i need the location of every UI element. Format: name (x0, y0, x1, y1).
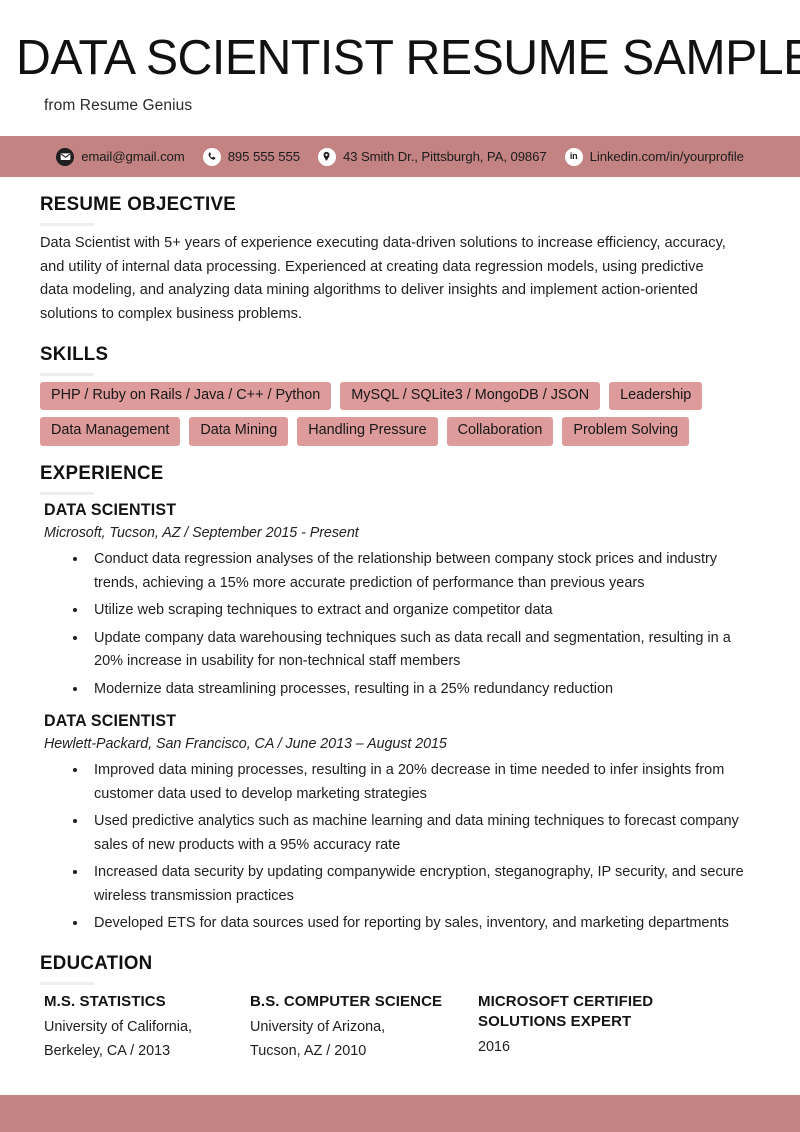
page-title: DATA SCIENTIST RESUME SAMPLE (16, 31, 800, 85)
skill-tag[interactable]: Leadership (609, 381, 703, 411)
education-detail-line1: University of Arizona, (250, 1018, 386, 1035)
linkedin-icon: in (564, 147, 583, 166)
contact-item-email[interactable]: email@gmail.com (56, 147, 185, 166)
job-bullet: Conduct data regression analyses of the … (88, 547, 754, 595)
education-entry: B.S. COMPUTER SCIENCE University of Ariz… (246, 992, 474, 1065)
experience-entry: DATA SCIENTIST Microsoft, Tucson, AZ / S… (40, 501, 770, 701)
job-bullet: Utilize web scraping techniques to extra… (88, 598, 754, 622)
education-detail-line2: Berkeley, CA / 2013 (44, 1043, 171, 1060)
resume-body: RESUME OBJECTIVE Data Scientist with 5+ … (0, 193, 800, 1064)
section-divider (40, 981, 94, 985)
education-entry: MICROSOFT CERTIFIED SOLUTIONS EXPERT 201… (474, 992, 738, 1065)
job-bullet: Used predictive analytics such as machin… (88, 809, 754, 857)
education-degree: MICROSOFT CERTIFIED SOLUTIONS EXPERT (478, 992, 654, 1030)
job-bullet: Increased data security by updating comp… (88, 860, 754, 908)
resume-page: DATA SCIENTIST RESUME SAMPLE from Resume… (0, 0, 800, 1132)
skill-tag[interactable]: PHP / Ruby on Rails / Java / C++ / Pytho… (40, 381, 332, 411)
contact-linkedin-text: Linkedin.com/in/yourprofile (589, 149, 744, 164)
skill-tag[interactable]: Collaboration (446, 417, 554, 447)
job-meta: Microsoft, Tucson, AZ / September 2015 -… (44, 525, 359, 542)
section-divider (40, 492, 94, 496)
section-education: EDUCATION M.S. STATISTICS University of … (40, 952, 770, 1065)
contact-item-linkedin[interactable]: in Linkedin.com/in/yourprofile (564, 147, 744, 166)
skills-row: PHP / Ruby on Rails / Java / C++ / Pytho… (40, 381, 770, 411)
resume-header: DATA SCIENTIST RESUME SAMPLE from Resume… (0, 0, 800, 115)
section-heading-experience: EXPERIENCE (40, 462, 164, 485)
education-grid: M.S. STATISTICS University of California… (40, 992, 770, 1065)
skills-row: Data Management Data Mining Handling Pre… (40, 417, 770, 447)
job-meta: Hewlett-Packard, San Francisco, CA / Jun… (44, 736, 447, 753)
education-entry: M.S. STATISTICS University of California… (40, 992, 246, 1065)
section-heading-skills: SKILLS (40, 342, 109, 365)
education-detail-line1: University of California, (44, 1018, 192, 1035)
section-divider (40, 223, 94, 226)
job-bullet-list: Conduct data regression analyses of the … (40, 547, 770, 701)
job-bullet: Improved data mining processes, resultin… (88, 758, 754, 806)
linkedin-glyph: in (569, 151, 578, 161)
job-title: DATA SCIENTIST (44, 712, 177, 731)
education-degree: M.S. STATISTICS (44, 992, 166, 1010)
contact-bar: email@gmail.com 895 555 555 43 Smith Dr.… (0, 136, 800, 177)
job-bullet: Update company data warehousing techniqu… (88, 626, 754, 674)
skill-tag[interactable]: Data Mining (189, 417, 289, 447)
job-title: DATA SCIENTIST (44, 501, 177, 520)
experience-entry: DATA SCIENTIST Hewlett-Packard, San Fran… (40, 712, 770, 935)
section-divider (40, 372, 94, 376)
section-heading-education: EDUCATION (40, 951, 153, 974)
phone-icon (202, 147, 221, 166)
contact-item-phone[interactable]: 895 555 555 (202, 147, 300, 166)
section-resume-objective: RESUME OBJECTIVE Data Scientist with 5+ … (40, 193, 770, 327)
footer-accent-bar (0, 1095, 800, 1132)
education-detail-line1: 2016 (478, 1038, 511, 1055)
section-heading-objective: RESUME OBJECTIVE (40, 193, 237, 215)
job-bullet: Modernize data streamlining processes, r… (88, 677, 754, 701)
email-icon (56, 147, 75, 166)
skill-tag[interactable]: Handling Pressure (297, 417, 438, 447)
section-experience: EXPERIENCE DATA SCIENTIST Microsoft, Tuc… (40, 462, 770, 935)
skill-tag[interactable]: MySQL / SQLite3 / MongoDB / JSON (340, 381, 601, 411)
job-bullet: Developed ETS for data sources used for … (88, 911, 754, 935)
contact-item-address[interactable]: 43 Smith Dr., Pittsburgh, PA, 09867 (317, 147, 547, 166)
contact-address-text: 43 Smith Dr., Pittsburgh, PA, 09867 (342, 149, 547, 164)
skill-tag[interactable]: Problem Solving (562, 417, 690, 447)
skill-tag[interactable]: Data Management (40, 417, 181, 447)
education-degree: B.S. COMPUTER SCIENCE (250, 992, 443, 1010)
contact-phone-text: 895 555 555 (227, 149, 300, 164)
location-pin-icon (317, 147, 336, 166)
education-detail-line2: Tucson, AZ / 2010 (250, 1043, 367, 1060)
contact-email-text: email@gmail.com (81, 149, 185, 164)
job-bullet-list: Improved data mining processes, resultin… (40, 758, 770, 935)
section-skills: SKILLS PHP / Ruby on Rails / Java / C++ … (40, 343, 770, 447)
objective-paragraph: Data Scientist with 5+ years of experien… (40, 235, 726, 322)
page-subtitle: from Resume Genius (44, 97, 193, 114)
skills-tag-list: PHP / Ruby on Rails / Java / C++ / Pytho… (40, 381, 770, 447)
